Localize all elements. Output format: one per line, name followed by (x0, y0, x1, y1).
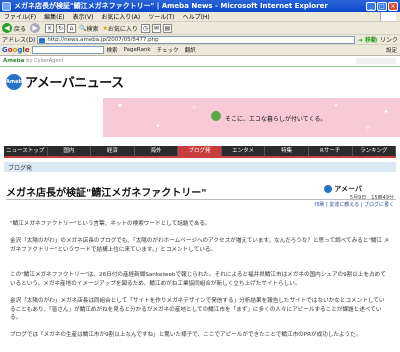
menu-view[interactable]: 表示(V) (73, 12, 94, 21)
article-headline: メガネ店長が検証"鯖江メガネファクトリー" (6, 188, 207, 199)
tab-economy[interactable]: 経済 (91, 146, 135, 156)
star-decoration-icon: ✦ (155, 122, 161, 130)
ameba-badge-icon: Ameba (6, 73, 25, 90)
header-divider (0, 66, 400, 67)
web-page: Ameba by CyberAgent Ameba アメーバニュース ✦ ✦ ✧… (0, 56, 400, 352)
header-search-area (356, 58, 396, 64)
tab-overseas[interactable]: 海外 (135, 146, 179, 156)
forward-button[interactable]: ▶ (30, 23, 42, 33)
window-title: メガネ店長が検証"鯖江メガネファクトリー" | Ameba News - Mic… (14, 2, 328, 10)
maximize-button[interactable]: □ (377, 1, 387, 11)
site-logo[interactable]: Ameba アメーバニュース (6, 72, 124, 91)
history-icon[interactable]: ◷ (140, 23, 150, 33)
star-decoration-icon: ✧ (191, 104, 197, 112)
print-icon[interactable]: ▤ (162, 23, 172, 33)
tab-news-top[interactable]: ニューストップ (4, 146, 48, 156)
menu-bar: ファイル(F) 編集(E) 表示(V) お気に入り(A) ツール(T) ヘルプ(… (0, 12, 400, 22)
google-toolbar: Google 検索 PageRank チェック 翻訳 設定 (0, 45, 400, 56)
tab-entertainment[interactable]: エンタメ (222, 146, 266, 156)
refresh-icon[interactable]: ↻ (56, 23, 66, 33)
article-paragraph: "鯖江メガネファクトリー"という言葉、ネットの検索ワードとして話題である。 (10, 221, 211, 227)
star-decoration-icon: ✦ (383, 108, 389, 116)
ie-icon (2, 1, 11, 11)
address-label: アドレス(D) (2, 37, 36, 44)
tab-feature[interactable]: 特集 (265, 146, 309, 156)
banner-ad[interactable]: ✦ ✦ ✧ ✦ ✧ ✦ そこに、エコな暮らしが付いてくる。 (103, 98, 400, 137)
article-tools[interactable]: 印刷 | 友達に教える | ブログに書く (314, 201, 394, 208)
article-paragraph: この"鯖江メガネファクトリー"は、26日付の産経新聞Sankeiwebで報じられ… (10, 272, 386, 287)
ameba-header-link[interactable]: Ameba by CyberAgent (3, 58, 64, 64)
favorites-button[interactable]: ★ お気に入り (103, 24, 138, 33)
section-header: ブログ発 (4, 162, 396, 172)
source-label: アメーバ (334, 185, 362, 193)
article-paragraph: ブログでは「メガネの生産は鯖江市が9割以上なんですね」と驚いた様子で、ここでアピ… (10, 332, 362, 338)
tab-research[interactable]: Rサーチ (309, 146, 353, 156)
mail-icon[interactable]: ✉ (151, 23, 161, 33)
search-button[interactable]: 🔍 検索 (79, 24, 99, 33)
go-label: 移動 (364, 37, 377, 44)
nav-underline (4, 156, 396, 158)
star-decoration-icon: ✧ (365, 124, 371, 132)
back-button[interactable]: ◀ 戻る (2, 23, 26, 33)
google-search-input[interactable] (31, 46, 104, 54)
address-input[interactable]: http://news.ameba.jp/2007/05/5477.php (37, 35, 355, 44)
minimize-button[interactable]: _ (366, 1, 376, 11)
site-logo-text: アメーバニュース (25, 76, 124, 91)
ameba-label: Ameba (3, 58, 25, 64)
category-nav: ニューストップ 国内 経済 海外 ブログ発 エンタメ 特集 Rサーチ ランキング (4, 146, 397, 156)
go-button[interactable]: ➜ 移動 (358, 35, 377, 44)
address-url: http://news.ameba.jp/2007/05/5477.php (47, 36, 159, 43)
tab-blog[interactable]: ブログ発 (178, 146, 222, 156)
menu-edit[interactable]: 編集(E) (44, 12, 64, 21)
tab-domestic[interactable]: 国内 (48, 146, 92, 156)
article-paragraph: 金沢「太陽のがわ」のメガネ店長のブログでも、「太陽のがわホームページへのアクセス… (10, 238, 390, 253)
pagerank-indicator: PageRank (123, 47, 151, 53)
translate-button[interactable]: 翻訳 (185, 46, 196, 54)
google-settings-button[interactable]: 設定 (386, 46, 397, 54)
forward-arrow-icon: ▶ (30, 23, 41, 33)
google-search-button[interactable]: 検索 (107, 46, 118, 54)
search-icon: 🔍 (79, 24, 87, 32)
back-label: 戻る (14, 25, 27, 33)
tab-ranking[interactable]: ランキング (353, 146, 397, 156)
window-controls: _ □ × (366, 1, 398, 11)
source-badge: アメーバ (324, 184, 362, 194)
navigation-toolbar: ◀ 戻る ▶ × ↻ ⌂ 🔍 検索 ★ お気に入り ◷ ✉ ▤ (0, 22, 400, 35)
home-icon[interactable]: ⌂ (67, 23, 77, 33)
menu-help[interactable]: ヘルプ(H) (183, 12, 210, 21)
search-label: 検索 (86, 25, 99, 33)
leaf-icon (211, 111, 221, 121)
star-decoration-icon: ✦ (117, 102, 123, 110)
menu-favorites[interactable]: お気に入り(A) (101, 12, 140, 21)
section-title: ブログ発 (8, 165, 33, 172)
ameba-source-icon (324, 185, 333, 193)
links-button[interactable]: リンク (380, 35, 398, 44)
favorites-label: お気に入り (107, 25, 138, 33)
back-arrow-icon: ◀ (2, 23, 12, 33)
ad-caption: そこに、エコな暮らしが付いてくる。 (225, 116, 327, 123)
page-icon (39, 37, 46, 43)
article-paragraph: 金沢「太陽のがわ」メガネ店長は同組合として「サイトを作りメガネデザインで発信する… (10, 298, 385, 322)
menu-file[interactable]: ファイル(F) (4, 12, 36, 21)
star-decoration-icon: ✦ (333, 102, 339, 110)
window-titlebar: メガネ店長が検証"鯖江メガネファクトリー" | Ameba News - Mic… (0, 0, 400, 12)
google-logo: Google (2, 46, 30, 54)
stop-icon[interactable]: × (45, 23, 55, 33)
close-button[interactable]: × (388, 1, 398, 11)
headline-divider (6, 199, 396, 200)
address-bar: アドレス(D) http://news.ameba.jp/2007/05/547… (0, 35, 400, 45)
spellcheck-button[interactable]: チェック (157, 46, 179, 54)
windows-logo-icon (380, 12, 396, 21)
menu-tools[interactable]: ツール(T) (148, 12, 174, 21)
cyberagent-label: by CyberAgent (26, 58, 64, 64)
